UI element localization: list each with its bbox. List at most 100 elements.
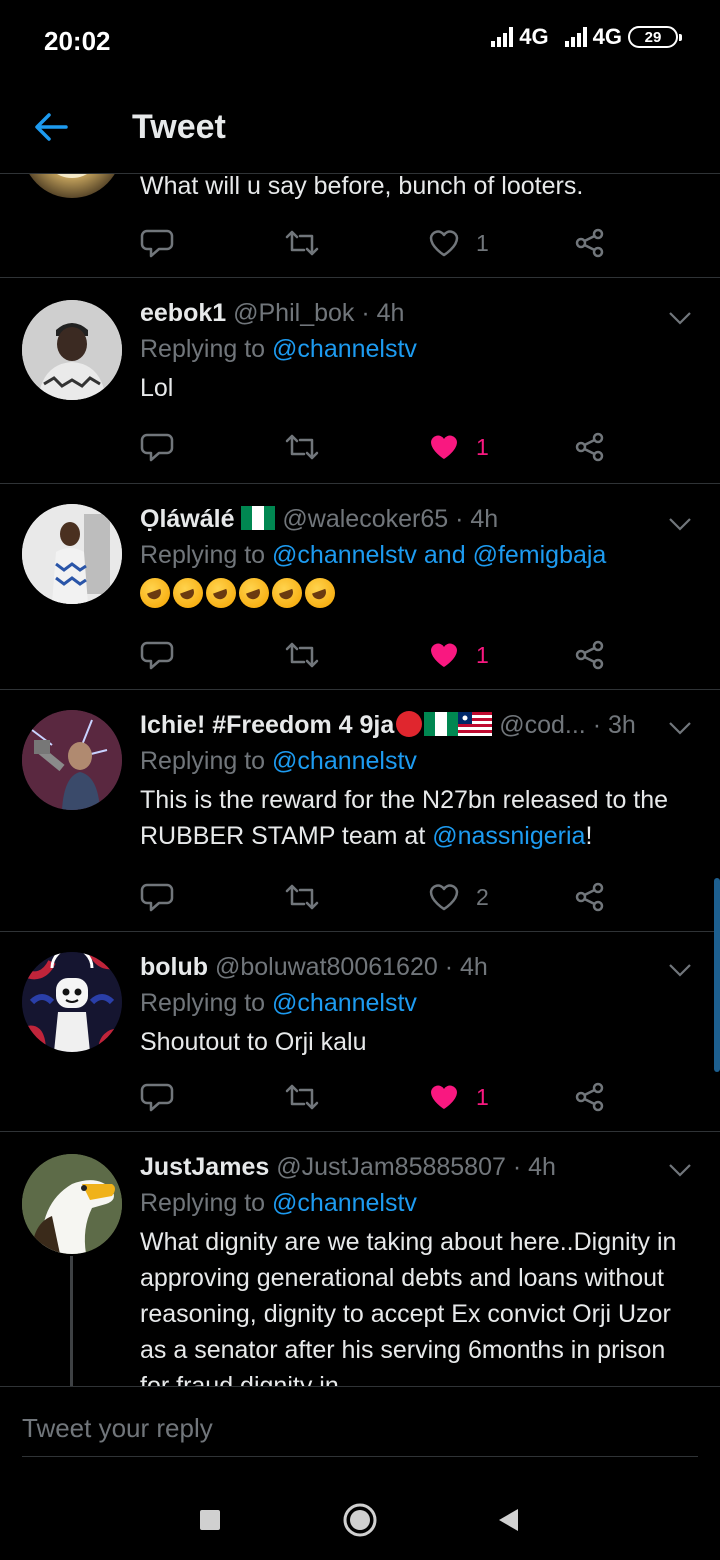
like-button[interactable]: 2 [428,877,489,917]
avatar[interactable] [22,174,122,198]
reply-input[interactable]: Tweet your reply [22,1413,698,1457]
retweet-button[interactable] [284,877,320,917]
chevron-down-icon[interactable] [666,718,694,738]
separator: · [444,953,460,981]
like-button[interactable]: 1 [428,1077,489,1117]
page-title: Tweet [132,108,226,146]
tweet-feed[interactable]: What will u say before, bunch of looters… [0,174,720,1386]
retweet-icon [285,884,319,910]
tweet-text: What dignity are we taking about here..D… [140,1228,677,1386]
replying-prefix: Replying to [140,747,266,775]
mention-link[interactable]: @nassnigeria [432,822,585,850]
tweet-meta: Ọláwálé @walecoker65 · 4h [140,502,696,536]
tweet-text: Shoutout to Orji kalu [140,1028,367,1056]
tweet-actions: 1 [140,427,610,467]
avatar[interactable] [22,710,122,810]
avatar[interactable] [22,952,122,1052]
avatar[interactable] [22,504,122,604]
tweet-actions: 1 [140,1077,610,1117]
replying-prefix: Replying to [140,541,266,569]
retweet-button[interactable] [284,1077,320,1117]
reply-icon [140,883,174,912]
mention-link[interactable]: @channelstv [272,989,417,1017]
chevron-down-icon[interactable] [666,1160,694,1180]
share-button[interactable] [574,635,606,675]
tweet-item[interactable]: What will u say before, bunch of looters… [0,174,720,278]
like-count: 1 [476,229,489,256]
replying-prefix: Replying to [140,989,266,1017]
display-name[interactable]: Ichie! #Freedom 4 9ja [140,711,394,739]
share-button[interactable] [574,427,606,467]
replying-prefix: Replying to [140,335,266,363]
tweet-meta: Ichie! #Freedom 4 9ja @cod... · 3h [140,708,696,742]
display-name[interactable]: eebok1 [140,299,226,327]
like-count: 1 [476,433,489,460]
tweet-item[interactable]: Ọláwálé @walecoker65 · 4h Replying to @c… [0,484,720,690]
retweet-icon [285,434,319,460]
retweet-icon [285,230,319,256]
display-name[interactable]: Ọláwálé [140,505,235,533]
heart-outline-icon [429,884,459,911]
tweet-actions: 2 [140,877,610,917]
reply-button[interactable] [140,1077,174,1117]
mention-link[interactable]: @channelstv [272,1189,417,1217]
tweet-item[interactable]: JustJames @JustJam85885807 · 4h Replying… [0,1132,720,1386]
handle[interactable]: @boluwat80061620 [215,953,438,981]
handle[interactable]: @cod... [499,711,586,739]
back-nav-button[interactable] [486,1498,530,1542]
chevron-down-icon[interactable] [666,514,694,534]
mention-link[interactable]: @channelstv [272,541,417,569]
mention-link[interactable]: @channelstv [272,747,417,775]
like-count: 1 [476,1083,489,1110]
share-icon [575,1082,604,1112]
reply-button[interactable] [140,635,174,675]
thread-line [70,1256,73,1386]
reply-icon [140,641,174,670]
nigeria-flag-icon [424,712,459,736]
home-button[interactable] [338,1498,382,1542]
handle[interactable]: @walecoker65 [282,505,448,533]
reply-button[interactable] [140,223,174,263]
recents-button[interactable] [188,1498,232,1542]
tweet-time: 4h [376,299,405,327]
reply-button[interactable] [140,427,174,467]
share-icon [575,432,604,462]
share-icon [575,882,604,912]
tweet-item[interactable]: eebok1 @Phil_bok · 4h Replying to @chann… [0,278,720,484]
replying-to: Replying to @channelstv [140,742,696,780]
display-name[interactable]: bolub [140,953,208,981]
share-button[interactable] [574,223,606,263]
retweet-button[interactable] [284,223,320,263]
tweet-meta: JustJames @JustJam85885807 · 4h [140,1150,696,1184]
share-button[interactable] [574,1077,606,1117]
retweet-icon [285,642,319,668]
chevron-down-icon[interactable] [666,308,694,328]
handle[interactable]: @Phil_bok [233,299,354,327]
mention-link[interactable]: @femigbaja [473,541,607,569]
avatar[interactable] [22,1154,122,1254]
tweet-item[interactable]: bolub @boluwat80061620 · 4h Replying to … [0,932,720,1132]
display-name[interactable]: JustJames [140,1153,269,1181]
like-button[interactable]: 1 [428,427,489,467]
arrow-left-icon [35,113,68,141]
retweet-button[interactable] [284,427,320,467]
replying-to: Replying to @channelstv [140,984,696,1022]
tweet-time: 3h [608,711,636,739]
tweet-item[interactable]: Ichie! #Freedom 4 9ja @cod... · 3h Reply… [0,690,720,932]
mention-joiner: and [423,541,466,569]
signal-icon [491,27,514,47]
back-button[interactable] [28,104,74,150]
like-button[interactable]: 1 [428,223,489,263]
handle[interactable]: @JustJam85885807 [276,1153,506,1181]
reply-button[interactable] [140,877,174,917]
tweet-time: 4h [528,1153,556,1181]
chevron-down-icon[interactable] [666,960,694,980]
retweet-button[interactable] [284,635,320,675]
system-nav-bar [0,1476,720,1560]
scrollbar[interactable] [714,878,720,1072]
avatar[interactable] [22,300,122,400]
mention-link[interactable]: @channelstv [272,335,417,363]
like-button[interactable]: 1 [428,635,489,675]
share-button[interactable] [574,877,606,917]
tweet-meta: eebok1 @Phil_bok · 4h [140,296,696,330]
